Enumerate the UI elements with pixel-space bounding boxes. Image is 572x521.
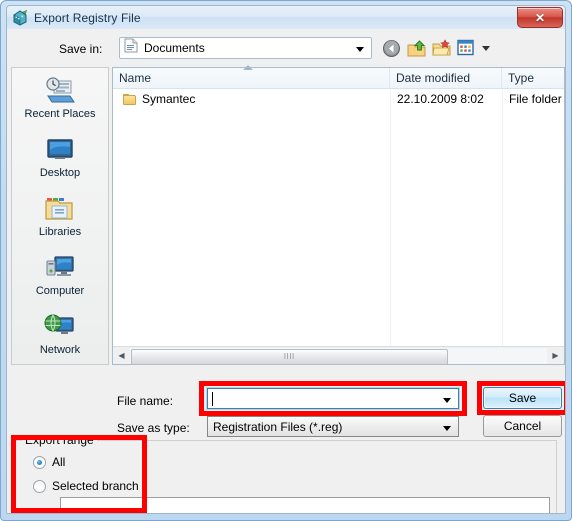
back-arrow-icon[interactable] bbox=[381, 38, 402, 59]
column-divider bbox=[502, 89, 503, 346]
chevron-down-icon[interactable] bbox=[356, 47, 364, 52]
network-icon bbox=[43, 312, 77, 342]
save-in-label: Save in: bbox=[59, 42, 103, 56]
radio-all-label: All bbox=[52, 455, 66, 469]
column-header-label: Type bbox=[508, 71, 535, 85]
views-icon[interactable] bbox=[456, 38, 477, 59]
file-name-input[interactable] bbox=[206, 387, 460, 410]
document-icon bbox=[124, 38, 138, 58]
file-name-cell: Symantec bbox=[113, 92, 390, 106]
scrollbar-track[interactable]: llll bbox=[130, 347, 547, 365]
close-button[interactable]: ✕ bbox=[517, 7, 563, 28]
file-date-cell: 22.10.2009 8:02 bbox=[390, 92, 502, 106]
file-type-cell: File folder bbox=[502, 92, 564, 106]
sort-ascending-icon bbox=[243, 65, 253, 70]
registry-editor-icon bbox=[12, 9, 28, 26]
horizontal-scrollbar[interactable]: ◀ llll ▶ bbox=[113, 346, 564, 365]
column-divider bbox=[390, 89, 391, 346]
title-bar[interactable]: Export Registry File ✕ bbox=[7, 6, 565, 29]
recent-places-icon bbox=[43, 76, 77, 106]
radio-all-indicator[interactable] bbox=[33, 455, 46, 469]
radio-selected-branch-label: Selected branch bbox=[52, 479, 139, 493]
place-item-desktop[interactable]: Desktop bbox=[12, 127, 108, 186]
desktop-icon bbox=[43, 135, 77, 165]
place-label: Libraries bbox=[38, 225, 82, 238]
file-list[interactable]: Name Date modified Type Symantec 22.10.2… bbox=[112, 65, 565, 365]
up-one-level-icon[interactable] bbox=[406, 38, 427, 59]
export-range-title: Export range bbox=[22, 433, 97, 447]
computer-icon bbox=[43, 253, 77, 283]
views-dropdown-chevron-down-icon[interactable] bbox=[482, 45, 490, 51]
radio-selected-branch-indicator[interactable] bbox=[33, 479, 46, 493]
file-name-text: Symantec bbox=[142, 92, 196, 106]
close-icon: ✕ bbox=[534, 10, 546, 25]
libraries-icon bbox=[43, 194, 77, 224]
column-headers: Name Date modified Type bbox=[113, 65, 564, 89]
scroll-right-arrow-icon[interactable]: ▶ bbox=[547, 348, 564, 364]
cancel-button[interactable]: Cancel bbox=[483, 415, 562, 437]
folder-icon bbox=[123, 93, 136, 105]
navigation-toolbar bbox=[381, 37, 490, 59]
save-as-type-combobox[interactable]: Registration Files (*.reg) bbox=[207, 416, 459, 437]
radio-all[interactable]: All bbox=[33, 455, 65, 469]
export-registry-file-dialog: Export Registry File ✕ Save in: Document… bbox=[6, 5, 566, 514]
place-item-network[interactable]: Network bbox=[12, 304, 108, 363]
place-item-computer[interactable]: Computer bbox=[12, 245, 108, 304]
save-in-row: Save in: Documents bbox=[7, 35, 565, 63]
selected-branch-input[interactable] bbox=[60, 497, 550, 513]
save-button[interactable]: Save bbox=[483, 387, 562, 409]
chevron-down-icon[interactable] bbox=[443, 398, 451, 403]
place-label: Network bbox=[39, 343, 81, 356]
column-header-name[interactable]: Name bbox=[113, 65, 390, 88]
window-title: Export Registry File bbox=[34, 10, 141, 25]
places-bar: Recent Places Desktop Libraries Computer… bbox=[11, 67, 109, 365]
save-as-type-label: Save as type: bbox=[117, 421, 190, 435]
place-item-recent-places[interactable]: Recent Places bbox=[12, 68, 108, 127]
export-range-groupbox: Export range All Selected branch bbox=[14, 433, 557, 513]
scrollbar-thumb[interactable]: llll bbox=[131, 348, 448, 365]
column-header-label: Date modified bbox=[396, 71, 471, 85]
dialog-body: Save in: Documents Recent Places Desktop… bbox=[7, 29, 565, 513]
text-caret bbox=[212, 392, 213, 406]
new-folder-icon[interactable] bbox=[431, 38, 452, 59]
column-header-type[interactable]: Type bbox=[502, 68, 564, 88]
chevron-down-icon[interactable] bbox=[443, 426, 451, 431]
place-item-libraries[interactable]: Libraries bbox=[12, 186, 108, 245]
column-header-date-modified[interactable]: Date modified bbox=[390, 68, 502, 88]
place-label: Computer bbox=[35, 284, 85, 297]
window-frame: Export Registry File ✕ Save in: Document… bbox=[0, 0, 572, 521]
place-label: Desktop bbox=[39, 166, 81, 179]
table-row[interactable]: Symantec 22.10.2009 8:02 File folder bbox=[113, 89, 564, 109]
save-as-type-value: Registration Files (*.reg) bbox=[213, 419, 343, 434]
place-label: Recent Places bbox=[24, 107, 96, 120]
scrollbar-grip-icon: llll bbox=[283, 352, 296, 361]
column-header-label: Name bbox=[119, 71, 152, 85]
radio-selected-branch[interactable]: Selected branch bbox=[33, 479, 139, 493]
scroll-left-arrow-icon[interactable]: ◀ bbox=[113, 348, 130, 364]
save-in-value: Documents bbox=[144, 41, 205, 55]
file-name-label: File name: bbox=[117, 394, 174, 408]
save-in-combobox[interactable]: Documents bbox=[119, 37, 372, 59]
